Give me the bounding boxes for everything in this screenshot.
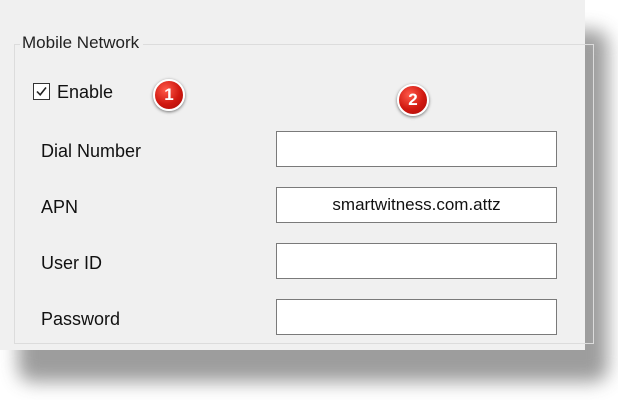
group-title: Mobile Network [20,33,144,53]
apn-label: APN [41,197,79,217]
dial-number-input[interactable] [276,131,557,167]
apn-input[interactable] [276,187,557,223]
dial-number-label: Dial Number [41,141,142,161]
enable-checkbox[interactable] [33,83,50,100]
annotation-badge-2: 2 [397,84,429,116]
user-id-input[interactable] [276,243,557,279]
password-label: Password [41,309,121,329]
password-input[interactable] [276,299,557,335]
enable-label[interactable]: Enable [57,82,113,103]
checkmark-icon [36,87,47,97]
settings-panel: Mobile Network Enable 1 2 Dial Number AP… [0,0,594,350]
annotation-badge-1: 1 [153,79,185,111]
user-id-label: User ID [41,253,103,273]
